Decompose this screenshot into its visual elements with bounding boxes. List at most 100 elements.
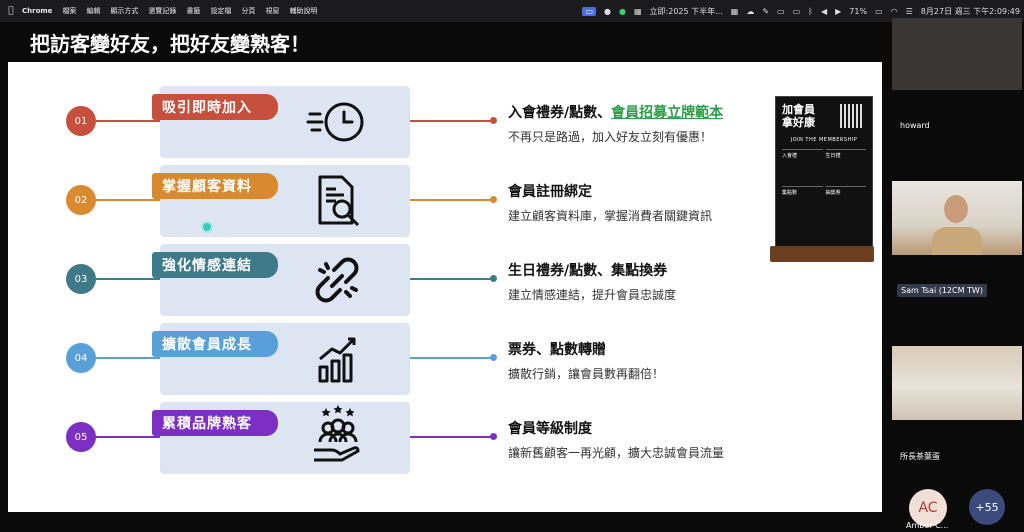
benefit-desc: 不再只是路過，加入好友立刻有優惠！ [508, 130, 713, 144]
menu-file[interactable]: 檔案 [62, 6, 76, 16]
pen-icon[interactable]: ✎ [762, 7, 769, 16]
line-icon[interactable]: ● [619, 7, 626, 16]
benefit-desc: 建立顧客資料庫，掌握消費者關鍵資訊 [508, 209, 713, 223]
connector-line [96, 199, 162, 201]
connector-dot [490, 433, 497, 440]
stand-subtitle: JOIN THE MEMBERSHIP [790, 137, 858, 143]
row-2: 02 掌握顧客資料 會員註冊綁定 建立顧客資料庫，掌握消費者關鍵資訊 [8, 163, 882, 237]
stand-cell: 抽獎券 [825, 185, 866, 220]
step-number: 02 [66, 185, 96, 215]
connector-dot [490, 117, 497, 124]
cloud-icon[interactable]: ☁ [746, 7, 754, 16]
slide-title: 把訪客變好友，把好友變熟客！ [30, 31, 310, 56]
connector-line [96, 357, 162, 359]
clock-text[interactable]: 8月27日 週三 下午2:09:49 [921, 6, 1020, 17]
menu-bookmarks[interactable]: 書籤 [186, 6, 200, 16]
battery-icon[interactable]: ▭ [875, 7, 883, 16]
connector-line [96, 278, 162, 280]
participant-tile-room[interactable] [892, 346, 1022, 420]
presenter-cursor [201, 221, 213, 233]
bluetooth-icon[interactable]: ᛒ [808, 7, 813, 16]
benefit-title: 票券、點數轉贈 [508, 342, 606, 358]
benefit-title: 會員註冊綁定 [508, 184, 592, 200]
menu-view[interactable]: 顯示方式 [110, 6, 138, 16]
menu-help[interactable]: 輔助說明 [289, 6, 317, 16]
battery-text: 71% [849, 6, 868, 16]
stand-heading: 加會員 拿好康 [782, 103, 815, 129]
stand-wood-base [770, 246, 874, 262]
membership-stand-image: 加會員 拿好康 JOIN THE MEMBERSHIP 入會禮 生日禮 集點數 抽… [775, 96, 873, 248]
stand-cell: 生日禮 [825, 149, 866, 183]
step-tag: 掌握顧客資料 [152, 173, 278, 199]
participant-name: 所長茶葉蛋 [900, 452, 940, 461]
zoom-share-icon[interactable]: ▭ [582, 6, 597, 16]
avatar-name: Amber C... [906, 521, 949, 530]
calendar-event[interactable]: 立即:2025 下半年... [650, 6, 723, 17]
connector-line [96, 436, 162, 438]
step-number: 01 [66, 106, 96, 136]
participant-name-badge: Sam Tsai (12CM TW) [897, 284, 987, 297]
member-stand-link[interactable]: 會員招募立牌範本 [611, 105, 723, 121]
connector-line [96, 120, 162, 122]
qr-code-icon [840, 104, 864, 128]
step-tag: 累積品牌熟客 [152, 410, 278, 436]
document-search-icon [304, 173, 372, 229]
face-shape [944, 195, 968, 223]
step-tag: 強化情感連結 [152, 252, 278, 278]
volume-icon[interactable]: ◀ [821, 7, 827, 16]
menu-bar:  Chrome 檔案 編輯 顯示方式 瀏覽記錄 書籤 設定檔 分頁 視窗 輔助… [0, 0, 1024, 22]
menu-history[interactable]: 瀏覽記錄 [148, 6, 176, 16]
calendar-icon[interactable]: ▦ [634, 7, 642, 16]
record-icon[interactable]: ● [604, 7, 611, 16]
shared-screen: 把訪客變好友，把好友變熟客！ 01 吸引即時加入 入會禮券/點數、會員招募立牌範… [0, 22, 890, 522]
menu-window[interactable]: 視窗 [265, 6, 279, 16]
benefit-desc: 擴散行銷，讓會員數再翻倍！ [508, 367, 665, 381]
grid-icon[interactable]: ▦ [731, 7, 739, 16]
benefit-desc: 建立情感連結，提升會員忠誠度 [508, 288, 677, 302]
step-tag: 吸引即時加入 [152, 94, 278, 120]
connector-line [410, 120, 492, 122]
menu-edit[interactable]: 編輯 [86, 6, 100, 16]
stand-cell: 入會禮 [782, 149, 823, 183]
step-number: 04 [66, 343, 96, 373]
participant-name: howard [900, 121, 930, 130]
connector-dot [490, 275, 497, 282]
benefit-title: 入會禮券/點數、會員招募立牌範本 [508, 105, 724, 121]
loyal-customers-icon [304, 405, 372, 462]
slide-canvas: 01 吸引即時加入 入會禮券/點數、會員招募立牌範本 不再只是路過，加入好友立刻… [8, 62, 882, 512]
connector-line [410, 436, 492, 438]
apple-icon[interactable]:  [4, 6, 18, 16]
broken-link-icon [304, 252, 372, 308]
growth-chart-icon [304, 331, 372, 387]
connector-dot [490, 196, 497, 203]
window-icon[interactable]: ▭ [777, 7, 785, 16]
connector-dot [490, 354, 497, 361]
body-shape [932, 227, 982, 255]
step-tag: 擴散會員成長 [152, 331, 278, 357]
clock-speed-icon [304, 94, 372, 150]
benefit-desc: 讓新舊顧客一再光顧，擴大忠誠會員流量 [508, 446, 725, 460]
display-icon[interactable]: ▭ [793, 7, 801, 16]
menu-profiles[interactable]: 設定檔 [210, 6, 231, 16]
participant-tile-sam[interactable] [892, 181, 1022, 255]
row-4: 04 擴散會員成長 票券、點數轉贈 擴散行銷，讓會員數再翻倍！ [8, 321, 882, 395]
stand-cell: 集點數 [782, 185, 823, 220]
control-center-icon[interactable]: ☰ [906, 7, 913, 16]
row-1: 01 吸引即時加入 入會禮券/點數、會員招募立牌範本 不再只是路過，加入好友立刻… [8, 84, 882, 158]
connector-line [410, 199, 492, 201]
participant-tile-howard[interactable] [892, 18, 1022, 90]
play-icon[interactable]: ▶ [835, 7, 841, 16]
row-3: 03 強化情感連結 生日禮券/點數、集點換券 建立情感連結，提升會員忠誠度 [8, 242, 882, 316]
row-5: 05 累積品牌熟客 會員等級制度 讓新舊顧客一再光顧，擴大忠誠會員流量 [8, 400, 882, 474]
connector-line [410, 278, 492, 280]
connector-line [410, 357, 492, 359]
step-number: 03 [66, 264, 96, 294]
more-participants-button[interactable]: +55 [969, 489, 1005, 525]
benefit-title: 生日禮券/點數、集點換券 [508, 263, 668, 279]
benefit-title: 會員等級制度 [508, 421, 592, 437]
stand-benefits: 入會禮 生日禮 集點數 抽獎券 [782, 149, 866, 219]
app-menu[interactable]: Chrome [22, 7, 52, 15]
step-number: 05 [66, 422, 96, 452]
menu-tab[interactable]: 分頁 [241, 6, 255, 16]
wifi-icon[interactable]: ◠ [891, 7, 898, 16]
